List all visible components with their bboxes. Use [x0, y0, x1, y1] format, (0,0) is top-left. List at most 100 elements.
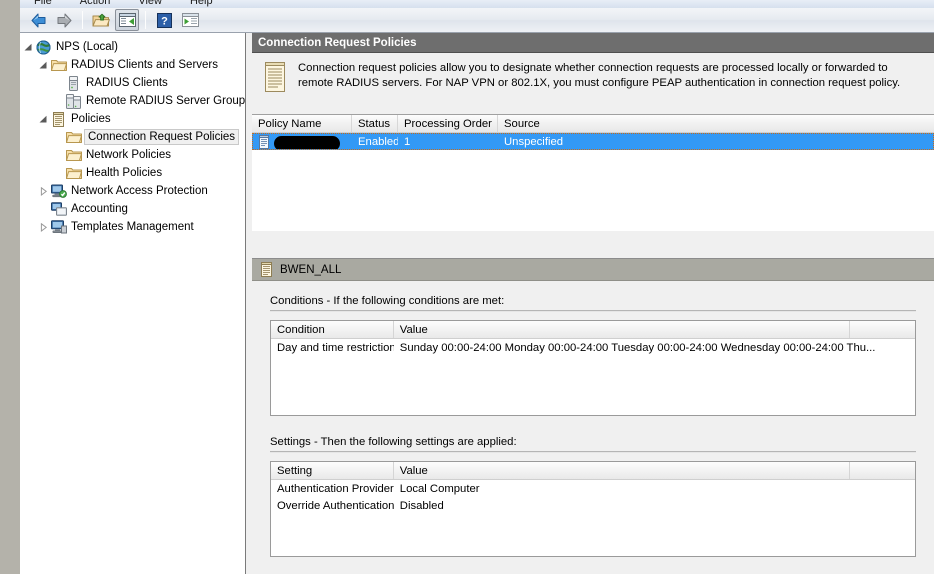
nps-console-window: File Action View Help — [0, 0, 934, 574]
server-group-icon — [65, 93, 82, 109]
console-tree-panel: NPS (Local) RADIUS Clients and Servers RAD… — [20, 33, 246, 574]
conditions-grid-header: Condition Value — [271, 321, 915, 339]
page-title: Connection Request Policies — [252, 33, 934, 53]
column-header-source[interactable]: Source — [498, 115, 934, 132]
tree-item-label: NPS (Local) — [54, 41, 120, 53]
table-row[interactable]: Day and time restrictions Sunday 00:00-2… — [271, 339, 915, 356]
help-icon[interactable]: ? — [152, 9, 176, 31]
table-row[interactable]: Enabled 1 Unspecified — [252, 133, 934, 150]
tree-item-network-policies[interactable]: Network Policies — [22, 146, 245, 164]
cell-policy-name — [252, 135, 352, 149]
svg-text:?: ? — [161, 15, 168, 27]
tree-item-label: RADIUS Clients and Servers — [69, 59, 220, 71]
column-header-condition-extra[interactable] — [850, 321, 915, 338]
tree-item-connection-request-policies[interactable]: Connection Request Policies — [22, 128, 245, 146]
column-header-condition[interactable]: Condition — [271, 321, 394, 338]
templates-icon — [50, 219, 67, 235]
menu-item-file[interactable]: File — [30, 0, 56, 8]
accounting-icon — [50, 201, 67, 217]
folder-icon — [65, 129, 82, 145]
settings-divider — [270, 451, 916, 453]
settings-grid-header: Setting Value — [271, 462, 915, 480]
table-row[interactable]: Authentication Provider Local Computer — [271, 480, 915, 497]
cell-setting-value: Disabled — [394, 500, 915, 512]
cell-status: Enabled — [352, 136, 398, 148]
conditions-divider — [270, 310, 916, 312]
tree-item-label: Connection Request Policies — [84, 129, 239, 145]
menu-item-action[interactable]: Action — [76, 0, 115, 8]
tree-twisty-none — [37, 200, 50, 218]
tree-item-radius-clients[interactable]: RADIUS Clients — [22, 74, 245, 92]
tree-item-label: Templates Management — [69, 221, 196, 233]
console-tree: NPS (Local) RADIUS Clients and Servers RAD… — [20, 33, 245, 236]
column-header-condition-value[interactable]: Value — [394, 321, 850, 338]
nap-icon — [50, 183, 67, 199]
cell-setting: Override Authentication — [271, 500, 394, 512]
cell-processing-order: 1 — [398, 136, 498, 148]
chevron-down-icon[interactable] — [37, 110, 50, 128]
tree-item-label: RADIUS Clients — [84, 77, 170, 89]
details-policy-name: BWEN_ALL — [280, 264, 341, 276]
page-description: Connection request policies allow you to… — [298, 61, 918, 104]
toolbar-separator-1 — [82, 11, 83, 29]
forward-icon[interactable] — [52, 9, 76, 31]
column-header-status[interactable]: Status — [352, 115, 398, 132]
back-icon[interactable] — [26, 9, 50, 31]
tree-item-label: Remote RADIUS Server Groups — [84, 95, 246, 107]
tree-item-policies[interactable]: Policies — [22, 110, 245, 128]
tree-item-radius-clients-and-servers[interactable]: RADIUS Clients and Servers — [22, 56, 245, 74]
details-pane: BWEN_ALL Conditions - If the following c… — [252, 258, 934, 574]
chevron-down-icon[interactable] — [22, 38, 35, 56]
cell-condition-value: Sunday 00:00-24:00 Monday 00:00-24:00 Tu… — [394, 342, 915, 354]
settings-grid: Setting Value Authentication Provider Lo… — [270, 461, 916, 557]
tree-twisty-none — [52, 164, 65, 182]
settings-heading: Settings - Then the following settings a… — [270, 436, 916, 448]
policies-list: Policy Name Status Processing Order Sour… — [252, 115, 934, 231]
policy-scroll-icon — [50, 111, 67, 127]
results-panel: Connection Request Policies — [252, 33, 934, 574]
details-title-bar: BWEN_ALL — [252, 259, 934, 281]
tree-twisty-none — [52, 146, 65, 164]
tree-item-accounting[interactable]: Accounting — [22, 200, 245, 218]
folder-icon — [65, 165, 82, 181]
policy-document-icon — [260, 262, 273, 277]
tree-item-label: Health Policies — [84, 167, 164, 179]
globe-icon — [35, 39, 52, 55]
chevron-right-icon[interactable] — [37, 218, 50, 236]
cell-condition: Day and time restrictions — [271, 342, 394, 354]
table-row[interactable]: Override Authentication Disabled — [271, 497, 915, 514]
column-header-processing-order[interactable]: Processing Order — [398, 115, 498, 132]
server-icon — [65, 75, 82, 91]
cell-source: Unspecified — [498, 136, 934, 148]
show-hide-console-tree-icon[interactable] — [115, 9, 139, 31]
policies-list-header: Policy Name Status Processing Order Sour… — [252, 115, 934, 133]
chevron-right-icon[interactable] — [37, 182, 50, 200]
tree-item-templates-management[interactable]: Templates Management — [22, 218, 245, 236]
tree-twisty-none — [52, 92, 65, 110]
toolbar: ? — [20, 8, 934, 33]
menu-item-view[interactable]: View — [134, 0, 166, 8]
conditions-heading: Conditions - If the following conditions… — [270, 295, 916, 307]
tree-item-network-access-protection[interactable]: Network Access Protection — [22, 182, 245, 200]
conditions-grid: Condition Value Day and time restriction… — [270, 320, 916, 416]
toolbar-separator-2 — [145, 11, 146, 29]
export-list-icon[interactable] — [178, 9, 202, 31]
folder-icon — [65, 147, 82, 163]
column-header-setting-extra[interactable] — [850, 462, 915, 479]
cell-setting-value: Local Computer — [394, 483, 915, 495]
description-area: Connection request policies allow you to… — [252, 53, 934, 115]
tree-item-label: Network Access Protection — [69, 185, 210, 197]
chevron-down-icon[interactable] — [37, 56, 50, 74]
tree-item-label: Policies — [69, 113, 113, 125]
tree-item-health-policies[interactable]: Health Policies — [22, 164, 245, 182]
tree-item-nps-local[interactable]: NPS (Local) — [22, 38, 245, 56]
cell-setting: Authentication Provider — [271, 483, 394, 495]
menu-item-help[interactable]: Help — [186, 0, 217, 8]
tree-item-remote-radius-server-groups[interactable]: Remote RADIUS Server Groups — [22, 92, 245, 110]
column-header-policy-name[interactable]: Policy Name — [252, 115, 352, 132]
redaction-overlay — [274, 136, 340, 149]
column-header-setting[interactable]: Setting — [271, 462, 394, 479]
column-header-setting-value[interactable]: Value — [394, 462, 850, 479]
up-folder-icon[interactable] — [89, 9, 113, 31]
menu-bar: File Action View Help — [20, 0, 934, 8]
